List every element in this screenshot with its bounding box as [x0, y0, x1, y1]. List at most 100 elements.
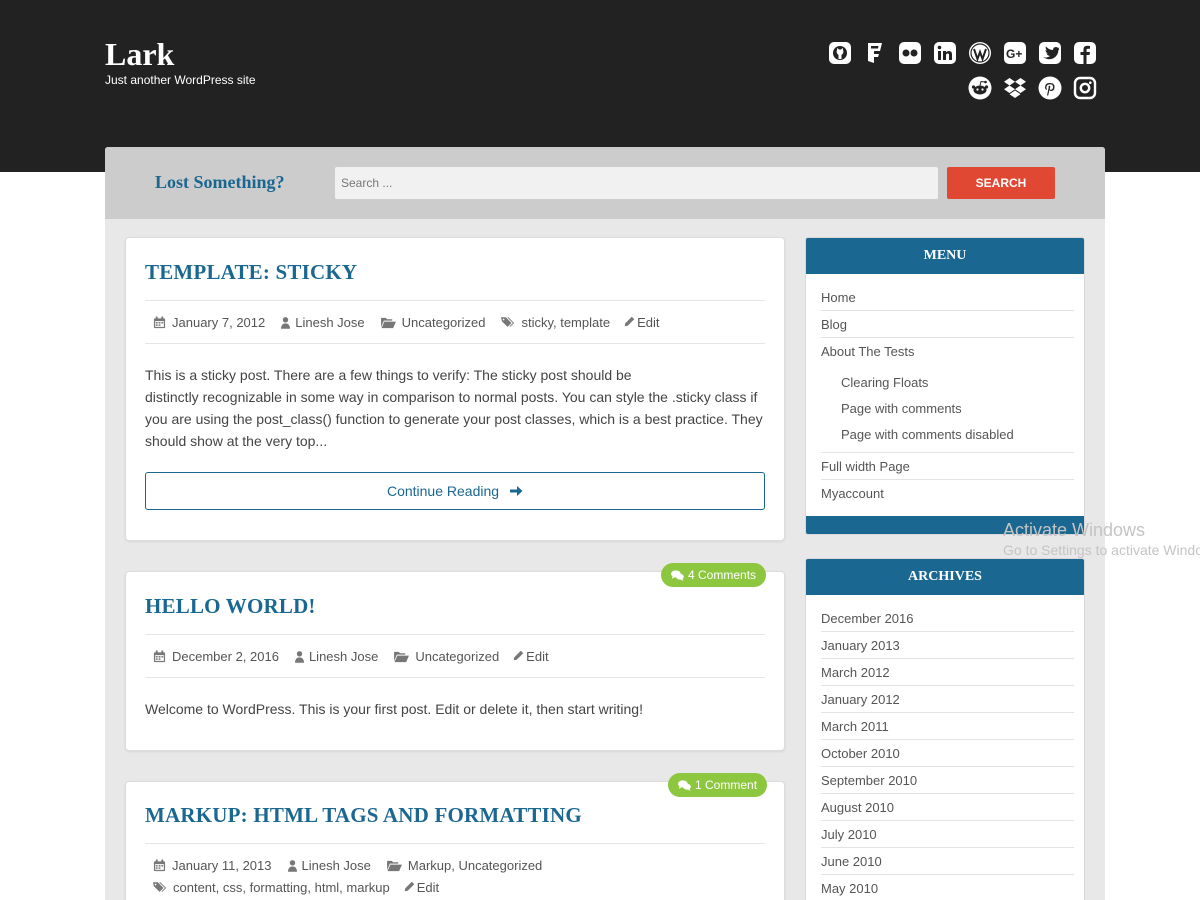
post-edit-link[interactable]: Edit: [637, 315, 659, 330]
menu-widget: MENU Home Blog About The Tests Clearing …: [805, 237, 1085, 535]
calendar-icon: [153, 859, 166, 872]
divider: [821, 793, 1074, 794]
menu-item-about-the-tests[interactable]: About The Tests: [821, 344, 1074, 359]
continue-reading-label: Continue Reading: [386, 483, 500, 499]
excerpt-line: you are using the post_class() function …: [145, 411, 763, 427]
menu-item-home[interactable]: Home: [821, 290, 1074, 305]
flickr-icon[interactable]: [898, 41, 922, 65]
divider: [145, 634, 765, 635]
menu-item-clearing-floats[interactable]: Clearing Floats: [841, 375, 1074, 390]
google-plus-icon[interactable]: G+: [1003, 41, 1027, 65]
divider: [821, 847, 1074, 848]
menu-item-page-with-comments[interactable]: Page with comments: [841, 401, 1074, 416]
folder-icon: [380, 316, 396, 329]
pinterest-icon[interactable]: [1038, 76, 1062, 100]
folder-icon: [386, 859, 402, 872]
tags-icon: [501, 316, 515, 329]
social-links-row-1: G+: [797, 41, 1097, 65]
archive-link[interactable]: August 2010: [821, 800, 1074, 815]
archives-widget: ARCHIVES December 2016 January 2013 Marc…: [805, 558, 1085, 900]
continue-reading-button[interactable]: Continue Reading: [145, 472, 765, 510]
post-excerpt: Welcome to WordPress. This is your first…: [145, 701, 643, 717]
social-links-row-2: [797, 76, 1097, 100]
post-meta: January 11, 2013 Linesh Jose Markup, Unc…: [153, 858, 542, 873]
post-date[interactable]: January 7, 2012: [172, 315, 265, 330]
menu-item-page-with-comments-disabled[interactable]: Page with comments disabled: [841, 427, 1074, 442]
widget-title: ARCHIVES: [806, 559, 1084, 595]
archive-link[interactable]: October 2010: [821, 746, 1074, 761]
divider: [821, 310, 1074, 311]
comments-count: 4 Comments: [688, 568, 757, 582]
reddit-icon[interactable]: [968, 76, 992, 100]
user-icon: [287, 859, 297, 872]
tags-icon: [153, 881, 167, 894]
search-button[interactable]: SEARCH: [947, 167, 1055, 199]
dropbox-icon[interactable]: [1003, 76, 1027, 100]
facebook-icon[interactable]: [1073, 41, 1097, 65]
divider: [145, 343, 765, 344]
post-category[interactable]: Uncategorized: [415, 649, 499, 664]
foursquare-icon[interactable]: [863, 41, 887, 65]
watermark-line-2: Go to Settings to activate Windows.: [1003, 542, 1200, 558]
divider: [821, 820, 1074, 821]
post-title[interactable]: TEMPLATE: STICKY: [145, 260, 357, 285]
instagram-icon[interactable]: [1073, 76, 1097, 100]
comments-icon: [671, 569, 684, 581]
divider: [821, 479, 1074, 480]
archive-link[interactable]: January 2013: [821, 638, 1074, 653]
divider: [821, 337, 1074, 338]
post-meta-tags: content, css, formatting, html, markup E…: [153, 880, 439, 895]
comments-badge[interactable]: 1 Comment: [668, 773, 768, 797]
archive-link[interactable]: March 2011: [821, 719, 1074, 734]
menu-item-blog[interactable]: Blog: [821, 317, 1074, 332]
post-edit-link[interactable]: Edit: [526, 649, 548, 664]
windows-activation-watermark: Activate Windows Go to Settings to activ…: [1003, 520, 1200, 558]
linkedin-icon[interactable]: [933, 41, 957, 65]
comments-count: 1 Comment: [695, 778, 758, 792]
twitter-icon[interactable]: [1038, 41, 1062, 65]
widget-title: MENU: [806, 238, 1084, 274]
post-excerpt: This is a sticky post. There are a few t…: [145, 364, 765, 452]
pencil-icon: [513, 650, 524, 663]
comments-badge[interactable]: 4 Comments: [661, 563, 767, 587]
search-heading: Lost Something?: [155, 172, 285, 192]
archive-link[interactable]: June 2010: [821, 854, 1074, 869]
divider: [821, 739, 1074, 740]
post-title[interactable]: MARKUP: HTML TAGS AND FORMATTING: [145, 803, 582, 828]
menu-item-myaccount[interactable]: Myaccount: [821, 486, 1074, 501]
archive-link[interactable]: September 2010: [821, 773, 1074, 788]
post-date[interactable]: January 11, 2013: [172, 858, 272, 873]
post-tags[interactable]: sticky, template: [521, 315, 610, 330]
post-title[interactable]: HELLO WORLD!: [145, 594, 316, 619]
post-tags[interactable]: content, css, formatting, html, markup: [173, 880, 390, 895]
post-author[interactable]: Linesh Jose: [295, 315, 364, 330]
post-card: MARKUP: HTML TAGS AND FORMATTING January…: [125, 781, 785, 900]
watermark-line-1: Activate Windows: [1003, 520, 1146, 540]
menu-item-full-width-page[interactable]: Full width Page: [821, 459, 1074, 474]
post-author[interactable]: Linesh Jose: [309, 649, 378, 664]
post-meta: December 2, 2016 Linesh Jose Uncategoriz…: [153, 649, 549, 664]
wordpress-icon[interactable]: [968, 41, 992, 65]
excerpt-line: This is a sticky post. There are a few t…: [145, 367, 632, 383]
archive-link[interactable]: March 2012: [821, 665, 1074, 680]
post-date[interactable]: December 2, 2016: [172, 649, 279, 664]
post-edit-link[interactable]: Edit: [417, 880, 439, 895]
site-title[interactable]: Lark: [105, 36, 174, 73]
archive-link[interactable]: May 2010: [821, 881, 1074, 896]
divider: [145, 843, 765, 844]
post-card: HELLO WORLD! December 2, 2016 Linesh Jos…: [125, 571, 785, 751]
post-category[interactable]: Markup, Uncategorized: [408, 858, 542, 873]
folder-icon: [394, 650, 410, 663]
archive-link[interactable]: December 2016: [821, 611, 1074, 626]
divider: [821, 874, 1074, 875]
archive-link[interactable]: January 2012: [821, 692, 1074, 707]
post-category[interactable]: Uncategorized: [402, 315, 486, 330]
post-author[interactable]: Linesh Jose: [302, 858, 371, 873]
archive-link[interactable]: July 2010: [821, 827, 1074, 842]
divider: [821, 658, 1074, 659]
divider: [821, 452, 1074, 453]
github-icon[interactable]: [828, 41, 852, 65]
comments-icon: [678, 779, 691, 791]
divider: [821, 631, 1074, 632]
search-input[interactable]: [335, 167, 938, 199]
